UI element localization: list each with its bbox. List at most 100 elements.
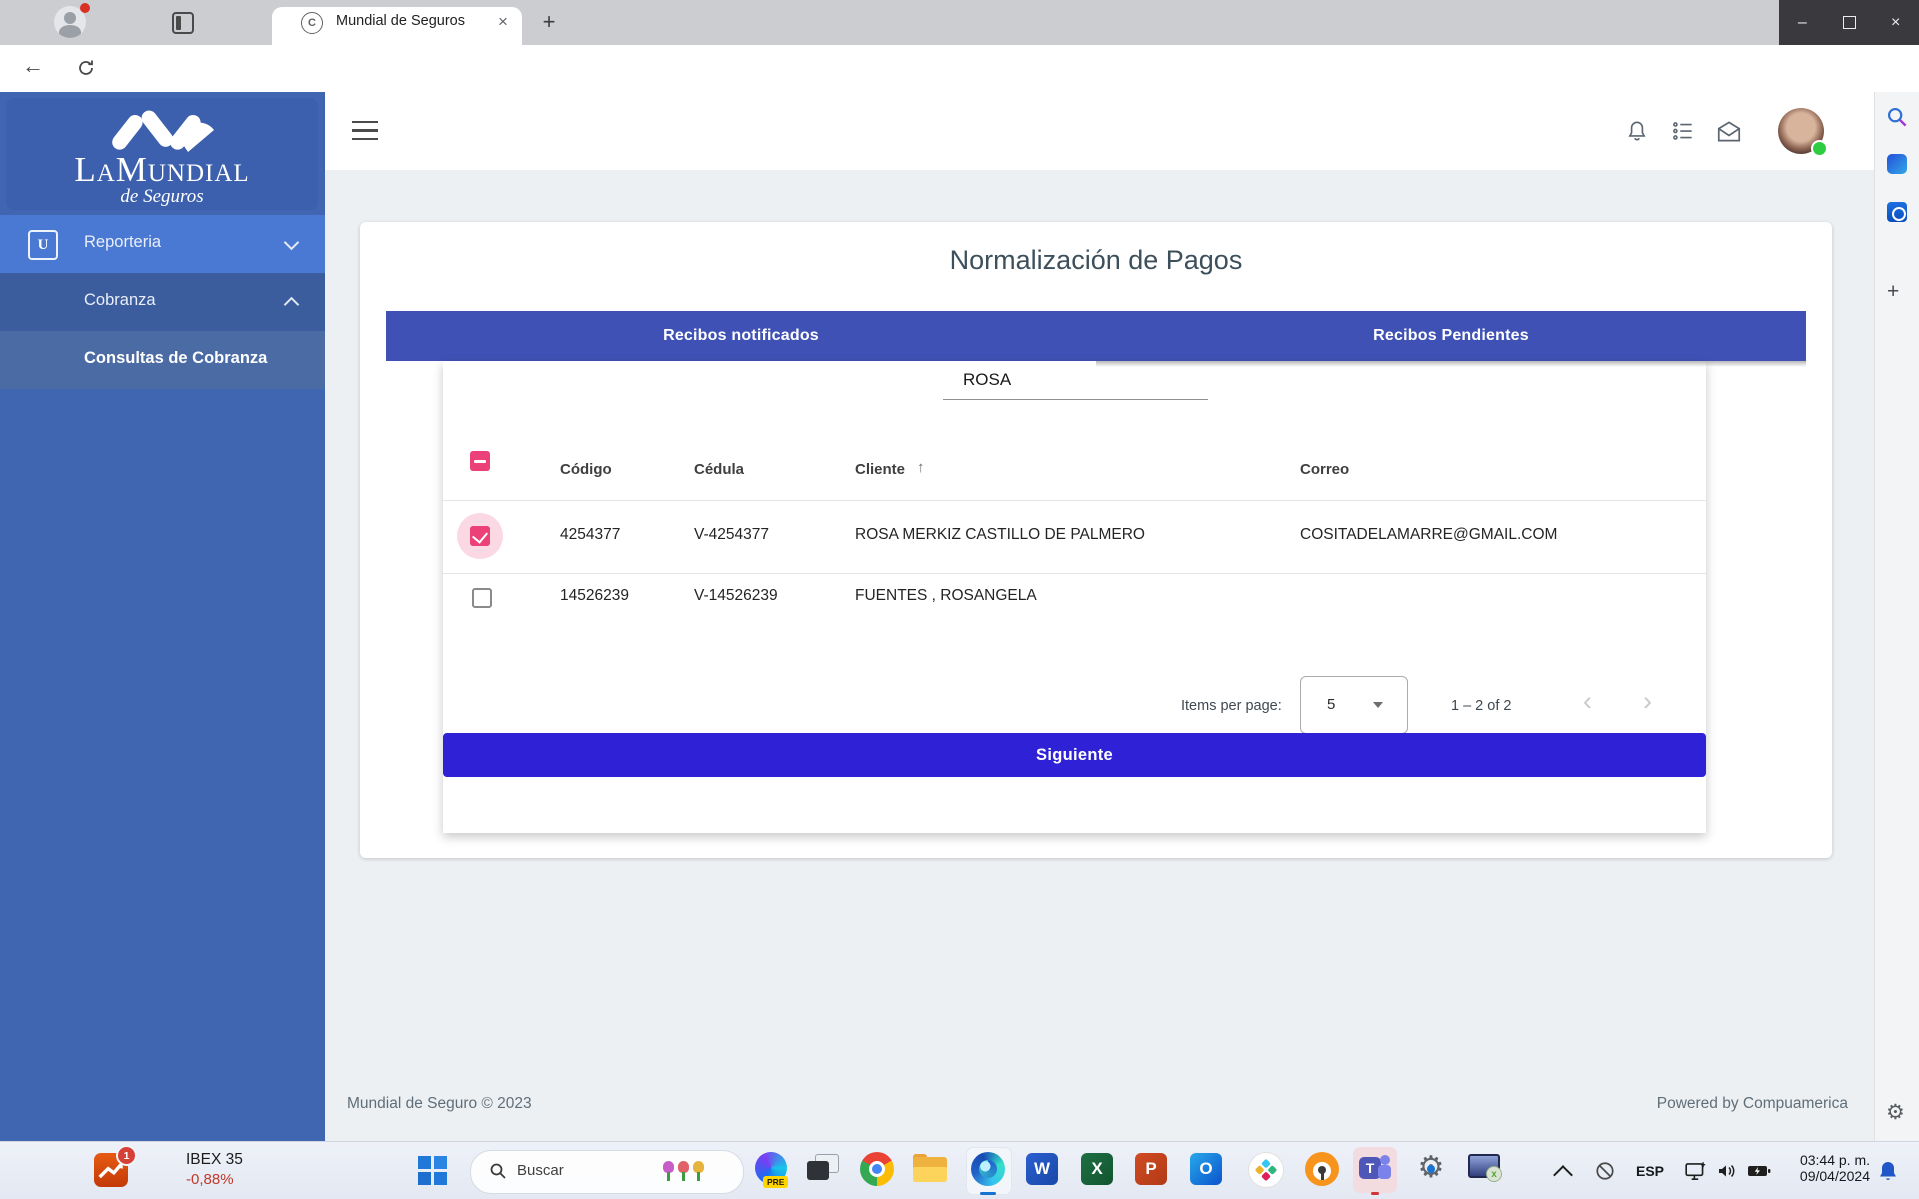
cell-cedula: V-14526239: [694, 587, 778, 605]
row-checkbox[interactable]: [470, 526, 490, 546]
online-status-dot: [1811, 140, 1828, 157]
browser-titlebar: C Mundial de Seguros × + – ×: [0, 0, 1919, 45]
sidebar-settings-gear-icon[interactable]: ⚙: [1886, 1100, 1905, 1125]
word-icon[interactable]: W: [1026, 1153, 1058, 1185]
edge-icon[interactable]: [971, 1152, 1005, 1186]
widget-badge: 1: [116, 1145, 137, 1166]
chevron-down-icon: [284, 235, 300, 251]
tulips-icon: [661, 1160, 706, 1178]
logo-mark-icon: [92, 106, 232, 154]
footer-powered-by: Powered by Compuamerica: [1200, 1095, 1848, 1113]
widget-change: -0,88%: [186, 1171, 234, 1188]
tab-close-icon[interactable]: ×: [492, 11, 514, 33]
profile-head: [64, 12, 76, 24]
sort-asc-icon[interactable]: ↑: [917, 459, 925, 476]
sidebar-item-consultas-de-cobranza[interactable]: Consultas de Cobranza: [0, 331, 325, 389]
select-all-checkbox[interactable]: [470, 451, 490, 471]
tab-recibos-notificados[interactable]: Recibos notificados: [386, 311, 1096, 361]
cell-cedula: V-4254377: [694, 526, 769, 544]
cell-cliente: ROSA MERKIZ CASTILLO DE PALMERO: [855, 526, 1145, 544]
refresh-icon[interactable]: [76, 58, 96, 83]
cell-codigo: 4254377: [560, 526, 620, 544]
row-checkbox[interactable]: [472, 588, 492, 608]
tab-title: Mundial de Seguros: [336, 13, 476, 29]
sidebar-item-reporteria[interactable]: U Reporteria: [0, 215, 325, 273]
reporteria-icon: U: [28, 230, 58, 260]
sidebar-m365-icon[interactable]: [1887, 154, 1907, 174]
client-filter-input[interactable]: ROSA: [943, 366, 1208, 400]
sidebar-item-cobranza[interactable]: Cobranza: [0, 273, 325, 331]
excel-icon[interactable]: X: [1081, 1153, 1113, 1185]
footer-copyright: Mundial de Seguro © 2023: [347, 1095, 532, 1113]
taskbar-search[interactable]: Buscar: [470, 1150, 744, 1194]
page-size-value: 5: [1327, 696, 1335, 713]
sidebar-item-label: Reporteria: [84, 233, 161, 252]
clock-date[interactable]: 03:44 p. m. 09/04/2024: [1782, 1152, 1870, 1184]
outlook-o: [1892, 207, 1906, 221]
cell-cliente: FUENTES , ROSANGELA: [855, 587, 1037, 605]
close-button[interactable]: ×: [1872, 0, 1919, 45]
browser-toolbar: ← https://sys2000.lamundialdeseguros.com…: [0, 45, 1919, 93]
outlook-icon[interactable]: O: [1190, 1153, 1222, 1185]
column-header-cliente[interactable]: Cliente: [855, 461, 905, 478]
sidebar-add-icon[interactable]: +: [1887, 280, 1899, 304]
chrome-icon[interactable]: [860, 1152, 894, 1186]
app-sidebar: LaMundial de Seguros U Reporteria Cobran…: [0, 92, 325, 1141]
logo-tagline: de Seguros: [6, 186, 318, 208]
column-header-codigo[interactable]: Código: [560, 461, 612, 478]
column-header-correo[interactable]: Correo: [1300, 461, 1349, 478]
edge-running-indicator: [980, 1192, 996, 1195]
task-view-icon[interactable]: [807, 1154, 839, 1184]
task-list-icon[interactable]: [1670, 118, 1696, 149]
siguiente-button[interactable]: Siguiente: [443, 733, 1706, 777]
tray-time: 03:44 p. m.: [1782, 1152, 1870, 1168]
column-header-cedula[interactable]: Cédula: [694, 461, 744, 478]
back-icon[interactable]: ←: [22, 53, 44, 79]
new-tab-button[interactable]: +: [536, 8, 562, 36]
volume-icon[interactable]: [1716, 1162, 1738, 1185]
remote-desktop-icon[interactable]: x: [1468, 1154, 1500, 1182]
tab-recibos-pendientes[interactable]: Recibos Pendientes: [1096, 311, 1806, 361]
display-cast-icon[interactable]: [1684, 1161, 1708, 1186]
widgets-button[interactable]: 1 IBEX 35 -0,88%: [90, 1149, 330, 1193]
select-arrow-icon: [1373, 702, 1383, 708]
notifications-bell-icon[interactable]: [1624, 118, 1650, 149]
previous-page-icon[interactable]: ‹: [1583, 686, 1592, 717]
file-explorer-icon[interactable]: [913, 1154, 947, 1184]
openvpn-icon[interactable]: [1305, 1152, 1339, 1186]
maximize-button[interactable]: [1826, 0, 1873, 45]
language-indicator[interactable]: ESP: [1636, 1163, 1664, 1179]
page-size-select[interactable]: 5: [1300, 676, 1408, 734]
settings-gear-icon[interactable]: ⚙: [1413, 1148, 1449, 1188]
teams-running-indicator: [1371, 1192, 1379, 1195]
sidebar-search-icon[interactable]: [1886, 106, 1908, 133]
mail-icon[interactable]: [1715, 119, 1743, 149]
powerpoint-icon[interactable]: P: [1135, 1153, 1167, 1185]
profile-body: [59, 25, 81, 38]
slack-icon[interactable]: [1248, 1152, 1284, 1188]
sidebar-item-label: Consultas de Cobranza: [84, 349, 267, 368]
notifications-tray-bell-icon[interactable]: [1878, 1159, 1898, 1188]
teams-icon[interactable]: T: [1359, 1153, 1391, 1185]
cell-correo: COSITADELAMARRE@GMAIL.COM: [1300, 526, 1557, 544]
company-logo: LaMundial de Seguros: [6, 98, 318, 210]
table-row: 4254377 V-4254377 ROSA MERKIZ CASTILLO D…: [443, 500, 1706, 573]
minimize-button[interactable]: –: [1779, 0, 1826, 45]
tab-actions-bar: [176, 16, 181, 30]
onedrive-paused-icon[interactable]: [1594, 1160, 1616, 1187]
start-button[interactable]: [418, 1156, 448, 1186]
copilot-taskbar-icon[interactable]: PRE: [755, 1152, 787, 1184]
tab-actions-icon[interactable]: [172, 12, 194, 34]
edge-sidebar: + ⚙: [1874, 92, 1919, 1141]
window-controls: – ×: [1779, 0, 1919, 45]
taskbar: 1 IBEX 35 -0,88% Buscar PRE: [0, 1141, 1919, 1199]
battery-icon[interactable]: [1746, 1164, 1772, 1183]
cell-codigo: 14526239: [560, 587, 629, 605]
search-icon: [489, 1162, 507, 1185]
profile-notification-dot: [80, 3, 90, 13]
sidebar-outlook-icon[interactable]: [1887, 202, 1907, 222]
widget-title: IBEX 35: [186, 1151, 243, 1169]
tray-expand-chevron-icon[interactable]: [1553, 1165, 1573, 1185]
next-page-icon[interactable]: ›: [1643, 686, 1652, 717]
hamburger-menu-icon[interactable]: [352, 121, 378, 140]
